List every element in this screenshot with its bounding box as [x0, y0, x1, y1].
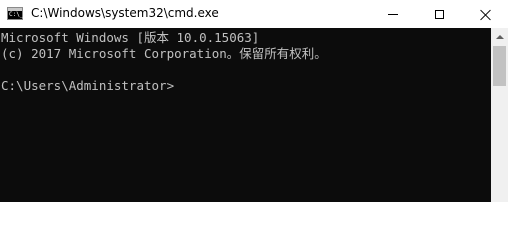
- cmd-icon[interactable]: C:\_: [7, 7, 23, 20]
- close-icon: [480, 9, 491, 20]
- maximize-icon: [434, 9, 444, 19]
- console-line-version: Microsoft Windows [版本 10.0.15063]: [1, 30, 260, 45]
- vertical-scrollbar[interactable]: [491, 28, 508, 202]
- cmd-icon-prompt: C:\_: [9, 11, 24, 18]
- console-line-copyright: (c) 2017 Microsoft Corporation。保留所有权利。: [1, 46, 327, 61]
- minimize-button[interactable]: [370, 0, 416, 28]
- scroll-up-button[interactable]: [491, 28, 508, 45]
- close-button[interactable]: [462, 0, 508, 28]
- maximize-button[interactable]: [416, 0, 462, 28]
- chevron-up-icon: [495, 34, 504, 39]
- console-output[interactable]: Microsoft Windows [版本 10.0.15063] (c) 20…: [0, 28, 491, 202]
- scroll-thumb[interactable]: [493, 46, 506, 86]
- window-title: C:\Windows\system32\cmd.exe: [31, 6, 219, 20]
- cmd-window: C:\_ C:\Windows\system32\cmd.exe Microso…: [0, 0, 508, 202]
- command-prompt[interactable]: C:\Users\Administrator>: [1, 78, 174, 94]
- title-bar[interactable]: C:\_ C:\Windows\system32\cmd.exe: [0, 0, 508, 28]
- minimize-icon: [388, 13, 398, 15]
